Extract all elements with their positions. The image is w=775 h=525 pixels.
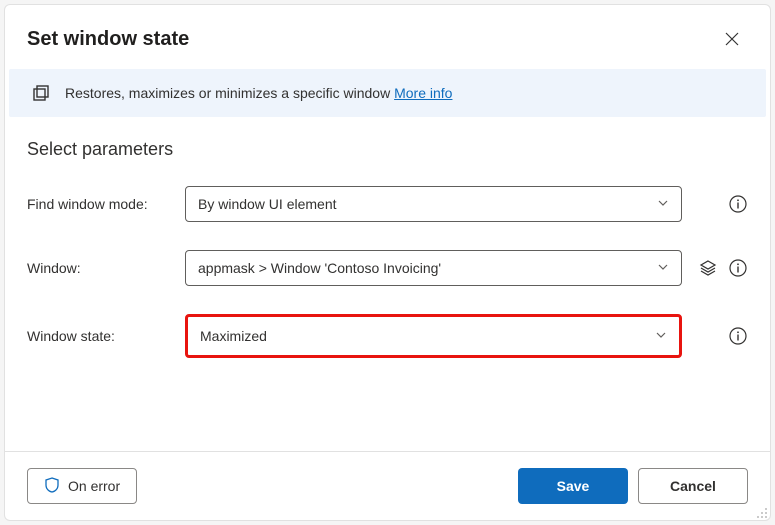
banner-text: Restores, maximizes or minimizes a speci…: [65, 85, 452, 101]
window-value: appmask > Window 'Contoso Invoicing': [198, 260, 441, 276]
cancel-button[interactable]: Cancel: [638, 468, 748, 504]
close-button[interactable]: [716, 23, 748, 55]
find-window-mode-row: Find window mode: By window UI element: [27, 186, 748, 222]
window-state-row: Window state: Maximized: [27, 314, 748, 358]
dialog-header: Set window state: [5, 5, 770, 69]
window-state-info-button[interactable]: [728, 326, 748, 346]
window-state-label: Window state:: [27, 328, 175, 344]
set-window-state-dialog: Set window state Restores, maximizes or …: [4, 4, 771, 521]
find-window-mode-label: Find window mode:: [27, 196, 175, 212]
find-mode-info-button[interactable]: [728, 194, 748, 214]
ui-element-picker-button[interactable]: [698, 258, 718, 278]
on-error-label: On error: [68, 478, 120, 494]
window-state-value: Maximized: [200, 328, 267, 344]
window-row: Window: appmask > Window 'Contoso Invoic…: [27, 250, 748, 286]
window-select[interactable]: appmask > Window 'Contoso Invoicing': [185, 250, 682, 286]
window-states-icon: [31, 83, 51, 103]
dialog-footer: On error Save Cancel: [5, 451, 770, 520]
window-info-button[interactable]: [728, 258, 748, 278]
close-icon: [725, 32, 739, 46]
find-window-mode-value: By window UI element: [198, 196, 337, 212]
chevron-down-icon: [657, 196, 669, 212]
save-button[interactable]: Save: [518, 468, 628, 504]
resize-grip-icon[interactable]: [756, 506, 768, 518]
section-title: Select parameters: [27, 139, 748, 160]
shield-icon: [44, 477, 60, 496]
description-banner: Restores, maximizes or minimizes a speci…: [9, 69, 766, 117]
dialog-title: Set window state: [27, 28, 189, 51]
window-label: Window:: [27, 260, 175, 276]
on-error-button[interactable]: On error: [27, 468, 137, 504]
window-state-select[interactable]: Maximized: [185, 314, 682, 358]
more-info-link[interactable]: More info: [394, 85, 452, 101]
banner-description: Restores, maximizes or minimizes a speci…: [65, 85, 390, 101]
chevron-down-icon: [657, 260, 669, 276]
footer-actions: Save Cancel: [518, 468, 748, 504]
find-window-mode-select[interactable]: By window UI element: [185, 186, 682, 222]
dialog-body: Select parameters Find window mode: By w…: [5, 117, 770, 451]
chevron-down-icon: [655, 328, 667, 344]
